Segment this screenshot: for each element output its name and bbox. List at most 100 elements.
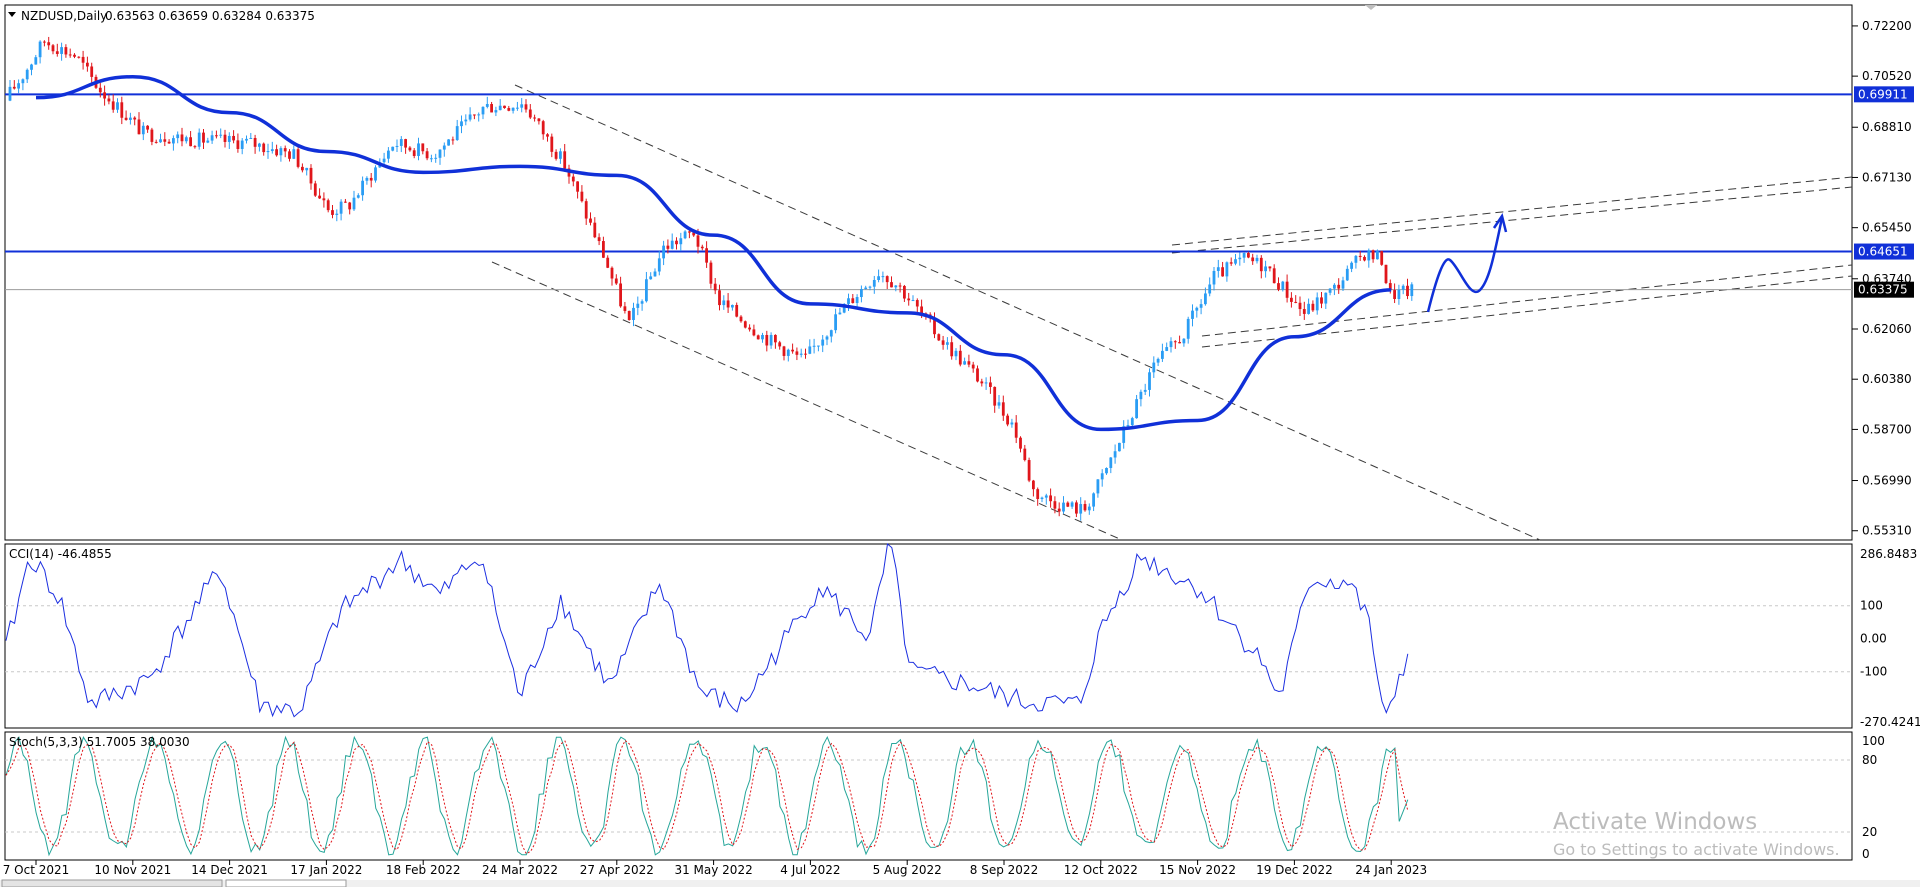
candle-body (34, 57, 38, 65)
candle-body (791, 349, 794, 352)
chart-canvas: 0.722000.705200.688100.671300.654500.637… (0, 4, 1920, 887)
candle-body (533, 117, 536, 119)
candle-body (524, 104, 528, 110)
cci-line (5, 543, 1409, 718)
candle-body (903, 285, 906, 299)
candle-body (1333, 284, 1336, 289)
candle-body (86, 62, 89, 67)
candle-body (223, 134, 227, 142)
time-tick-label: 14 Dec 2021 (191, 863, 268, 877)
candle-body (408, 147, 412, 151)
channel-line (1171, 176, 1853, 246)
candle-body (971, 364, 975, 369)
candle-body (382, 158, 386, 163)
candle-body (1173, 341, 1177, 343)
candle-body (576, 181, 579, 192)
candle-body (860, 288, 863, 298)
candle-body (520, 104, 524, 108)
candle-body (1087, 506, 1091, 511)
candle-body (301, 166, 304, 171)
candle-body (451, 139, 455, 141)
candle-body (425, 151, 429, 159)
cci-panel-frame (4, 543, 1853, 729)
header-collapse-icon[interactable] (8, 12, 16, 17)
candle-body (1247, 252, 1250, 258)
candle-body (150, 129, 154, 142)
stoch-tick-label: 20 (1862, 825, 1877, 839)
price-tick-label: 0.70520 (1862, 69, 1912, 83)
price-tick-label: 0.72200 (1862, 19, 1912, 33)
candle-body (206, 140, 210, 143)
time-tick-label: 27 Apr 2022 (580, 863, 654, 877)
scroll-marker-icon[interactable] (1365, 5, 1377, 10)
candle-body (769, 334, 773, 346)
candle-body (1130, 418, 1134, 426)
candle-body (817, 345, 820, 347)
candle-body (645, 279, 648, 302)
candle-body (258, 143, 261, 147)
price-tick-label: 0.60380 (1862, 372, 1912, 386)
time-tick-label: 7 Oct 2021 (3, 863, 70, 877)
chart-tab-2[interactable] (225, 879, 347, 887)
candle-body (154, 141, 158, 143)
candle-body (60, 47, 63, 54)
candle-body (1113, 451, 1117, 458)
candle-body (442, 145, 446, 150)
candle-body (270, 149, 274, 152)
candle-body (249, 137, 253, 139)
candle-body (915, 300, 919, 307)
time-tick-label: 24 Mar 2022 (482, 863, 558, 877)
candle-body (1079, 504, 1083, 514)
stoch-tick-label: 80 (1862, 753, 1877, 767)
candle-body (1083, 504, 1087, 511)
candle-body (1053, 501, 1057, 509)
candle-body (236, 140, 240, 149)
candle-body (399, 139, 403, 146)
candle-body (163, 139, 167, 142)
candle-body (1118, 442, 1121, 452)
candle-body (554, 151, 558, 159)
candle-body (176, 134, 180, 139)
candle-body (675, 240, 678, 245)
candle-body (1049, 495, 1052, 502)
candle-body (1277, 283, 1280, 290)
moving-average-line (35, 74, 1392, 432)
candle-body (602, 241, 605, 258)
candle-body (12, 86, 16, 89)
candle-body (946, 342, 949, 345)
candle-body (189, 137, 192, 147)
candle-body (632, 307, 635, 321)
candle-body (490, 104, 493, 113)
candle-body (782, 346, 786, 356)
candle-body (1221, 267, 1224, 277)
candle-body (683, 231, 687, 239)
candle-body (872, 279, 876, 287)
candle-body (890, 282, 893, 288)
candle-body (726, 300, 730, 308)
candle-body (331, 210, 334, 215)
candle-body (584, 201, 588, 219)
candle-body (1165, 347, 1169, 351)
candle-body (215, 135, 218, 137)
time-tick-label: 12 Oct 2022 (1064, 863, 1138, 877)
candle-body (1264, 266, 1267, 272)
candle-body (941, 340, 945, 345)
candle-body (292, 149, 296, 159)
candle-body (937, 334, 941, 341)
candle-body (1251, 257, 1255, 262)
moving-average (35, 74, 1392, 432)
symbol-label: NZDUSD,Daily (21, 9, 107, 23)
candle-body (1182, 338, 1186, 344)
candle-body (322, 198, 326, 201)
candle-body (447, 139, 450, 146)
candle-body (657, 258, 661, 272)
candle-body (963, 361, 966, 365)
candle-body (210, 135, 214, 141)
chart-tab-1[interactable] (1, 879, 223, 887)
candle-body (227, 135, 231, 142)
candle-body (739, 316, 743, 322)
candle-body (804, 353, 807, 355)
candle-body (1199, 304, 1203, 308)
candle-body (997, 402, 1001, 406)
candle-body (348, 202, 352, 210)
